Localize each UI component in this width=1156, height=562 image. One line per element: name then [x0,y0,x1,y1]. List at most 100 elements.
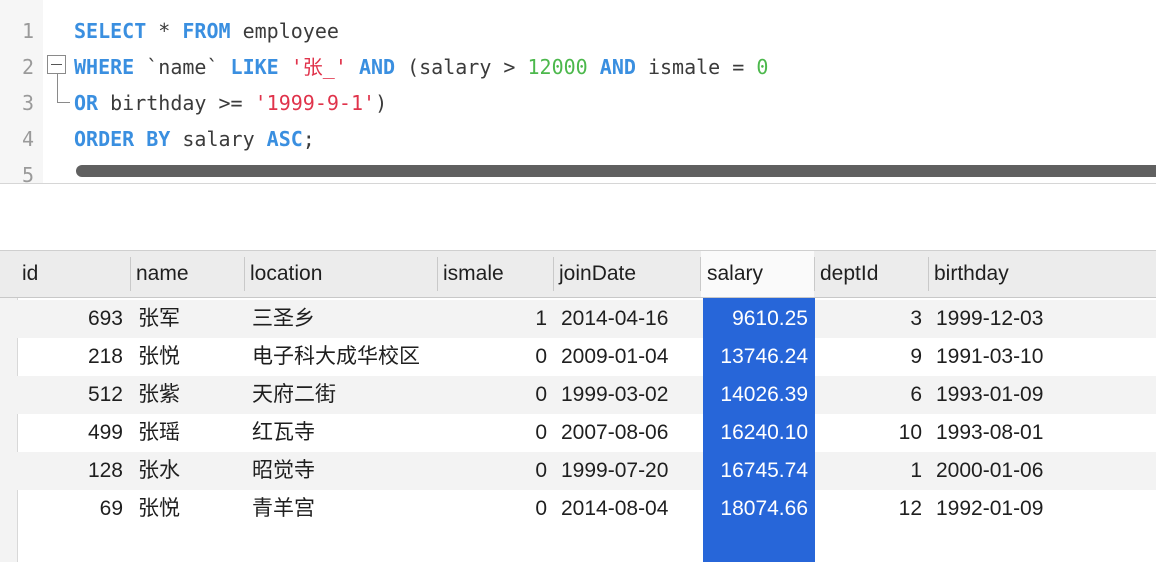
cell-location[interactable]: 青羊宫 [252,490,437,528]
keyword: AND [599,55,636,79]
cell-ismale[interactable]: 0 [437,414,547,452]
column-header-birthday[interactable]: birthday [928,251,1156,297]
cell-salary[interactable]: 13746.24 [703,338,808,376]
cell-birthday[interactable]: 1991-03-10 [936,338,1146,376]
column-header-location[interactable]: location [244,251,437,297]
keyword: WHERE [74,55,135,79]
code-line-4: ORDER BY salary ASC; [74,121,315,157]
cell-birthday[interactable]: 1992-01-09 [936,490,1146,528]
result-grid[interactable]: id name location ismale joinDate salary … [0,250,1156,562]
keyword: ASC [266,127,303,151]
cell-id[interactable]: 69 [16,490,123,528]
code-text: `name` [134,55,231,79]
cell-joindate[interactable]: 1999-03-02 [561,376,696,414]
cell-id[interactable]: 693 [16,300,123,338]
line-number: 5 [21,163,34,183]
line-number-gutter: 1 2 3 4 5 [0,0,43,183]
editor-divider [0,183,1156,184]
fold-guide-end [57,102,70,103]
table-row[interactable]: 69 张悦 青羊宫 0 2014-08-04 12 1992-01-09 [0,490,1156,528]
cell-joindate[interactable]: 2014-04-16 [561,300,696,338]
cell-joindate[interactable]: 2014-08-04 [561,490,696,528]
cell-salary[interactable]: 16240.10 [703,414,808,452]
column-header-id[interactable]: id [16,251,130,297]
table-row[interactable]: 218 张悦 电子科大成华校区 0 2009-01-04 9 1991-03-10 [0,338,1156,376]
cell-birthday[interactable]: 1993-01-09 [936,376,1146,414]
cell-salary[interactable]: 14026.39 [703,376,808,414]
table-row[interactable]: 128 张水 昭觉寺 0 1999-07-20 1 2000-01-06 [0,452,1156,490]
code-text: (salary > [395,55,528,79]
code-text: birthday >= [98,91,255,115]
column-header-salary[interactable]: salary [701,251,814,297]
cell-joindate[interactable]: 2007-08-06 [561,414,696,452]
line-number: 3 [21,91,34,115]
cell-joindate[interactable]: 2009-01-04 [561,338,696,376]
cell-salary[interactable]: 16745.74 [703,452,808,490]
cell-deptid[interactable]: 3 [814,300,922,338]
cell-id[interactable]: 128 [16,452,123,490]
column-header-deptid[interactable]: deptId [814,251,928,297]
cell-deptid[interactable]: 10 [814,414,922,452]
cell-deptid[interactable]: 1 [814,452,922,490]
column-header-ismale[interactable]: ismale [437,251,553,297]
keyword: FROM [182,19,231,43]
code-line-2: WHERE `name` LIKE '张_' AND (salary > 120… [74,49,768,85]
cell-deptid[interactable]: 12 [814,490,922,528]
line-number: 2 [21,55,34,79]
cell-birthday[interactable]: 1999-12-03 [936,300,1146,338]
cell-location[interactable]: 红瓦寺 [252,414,437,452]
grid-header: id name location ismale joinDate salary … [0,250,1156,298]
cell-name[interactable]: 张水 [138,452,238,490]
code-text: ; [302,127,315,151]
cell-id[interactable]: 512 [16,376,123,414]
code-text: employee [230,19,339,43]
code-text: ismale = [635,55,757,79]
line-number: 4 [21,127,34,151]
fold-collapse-icon[interactable] [47,55,66,74]
cell-ismale[interactable]: 0 [437,338,547,376]
cell-ismale[interactable]: 1 [437,300,547,338]
cell-salary[interactable]: 18074.66 [703,490,808,528]
cell-location[interactable]: 三圣乡 [252,300,437,338]
string-literal: '张_' [290,55,347,79]
cell-deptid[interactable]: 9 [814,338,922,376]
column-header-joindate[interactable]: joinDate [553,251,700,297]
cell-name[interactable]: 张军 [138,300,238,338]
horizontal-scrollbar[interactable] [76,165,1156,177]
cell-ismale[interactable]: 0 [437,376,547,414]
column-header-name[interactable]: name [130,251,244,297]
cell-joindate[interactable]: 1999-07-20 [561,452,696,490]
table-row[interactable]: 499 张瑶 红瓦寺 0 2007-08-06 10 1993-08-01 [0,414,1156,452]
fold-guide [57,74,58,103]
number-literal: 0 [756,55,769,79]
cell-name[interactable]: 张紫 [138,376,238,414]
table-row[interactable]: 693 张军 三圣乡 1 2014-04-16 3 1999-12-03 [0,300,1156,338]
keyword: ORDER BY [74,127,171,151]
cell-name[interactable]: 张瑶 [138,414,238,452]
cell-deptid[interactable]: 6 [814,376,922,414]
keyword: OR [74,91,99,115]
code-text: ) [375,91,388,115]
string-literal: '1999-9-1' [254,91,376,115]
keyword: AND [358,55,396,79]
keyword: SELECT [74,19,147,43]
cell-id[interactable]: 218 [16,338,123,376]
table-row[interactable]: 512 张紫 天府二街 0 1999-03-02 6 1993-01-09 [0,376,1156,414]
cell-ismale[interactable]: 0 [437,490,547,528]
cell-birthday[interactable]: 1993-08-01 [936,414,1146,452]
cell-name[interactable]: 张悦 [138,338,238,376]
code-text: salary [170,127,267,151]
cell-salary[interactable]: 9610.25 [703,300,808,338]
cell-name[interactable]: 张悦 [138,490,238,528]
cell-birthday[interactable]: 2000-01-06 [936,452,1146,490]
cell-location[interactable]: 昭觉寺 [252,452,437,490]
sql-editor[interactable]: 1 2 3 4 5 SELECT * FROM employee WHERE `… [0,0,1156,183]
cell-ismale[interactable]: 0 [437,452,547,490]
code-text: * [146,19,183,43]
cell-id[interactable]: 499 [16,414,123,452]
cell-location[interactable]: 电子科大成华校区 [252,338,437,376]
cell-location[interactable]: 天府二街 [252,376,437,414]
